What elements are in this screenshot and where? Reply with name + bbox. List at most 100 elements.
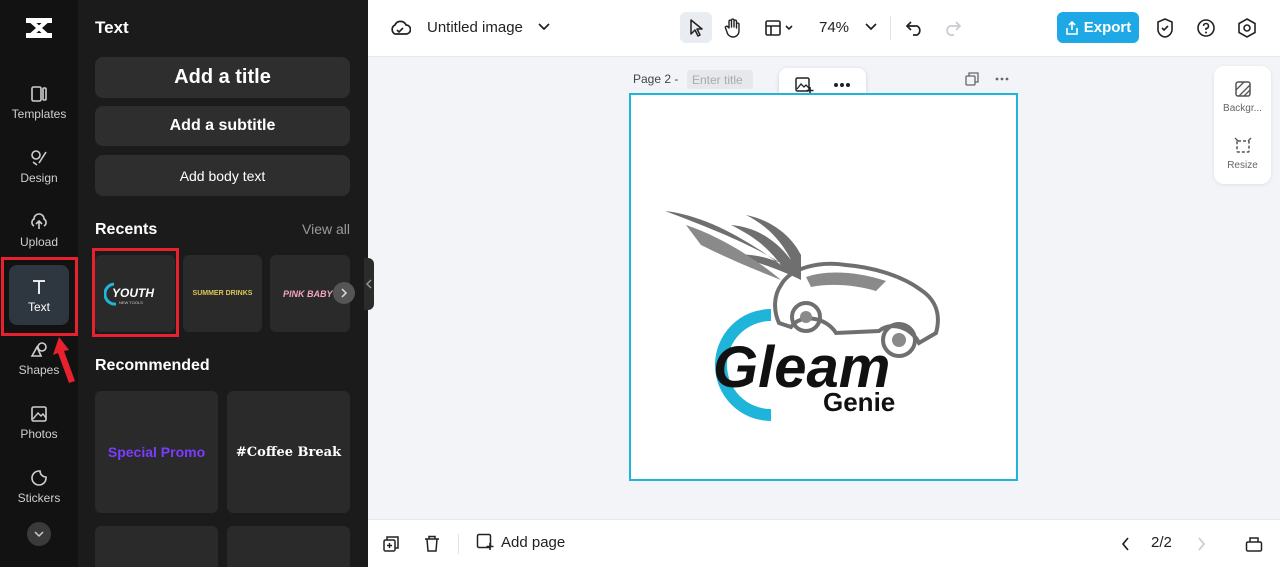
recent-label: SUMMER DRINKS <box>193 290 253 297</box>
layout-menu-button[interactable] <box>762 17 798 39</box>
stickers-icon <box>29 468 49 488</box>
more-icon <box>995 77 1009 81</box>
zoom-level[interactable]: 74% <box>819 19 849 36</box>
text-icon <box>29 277 49 297</box>
panel-collapse-handle[interactable] <box>364 258 374 310</box>
design-icon <box>29 148 49 168</box>
recent-thumb-youth[interactable]: YOUTH NEW TOOLS <box>95 255 175 332</box>
add-title-button[interactable]: Add a title <box>95 57 350 98</box>
view-all-link[interactable]: View all <box>302 221 350 237</box>
pages-panel-button[interactable] <box>1244 534 1264 554</box>
add-page-button[interactable]: Add page <box>476 533 565 551</box>
export-button[interactable]: Export <box>1057 12 1139 43</box>
document-title[interactable]: Untitled image <box>427 19 523 36</box>
background-label: Backgr... <box>1223 103 1262 114</box>
bottom-divider <box>458 534 459 554</box>
help-icon <box>1196 18 1216 38</box>
toolbar-divider <box>890 16 891 40</box>
text-panel: Text Add a title Add a subtitle Add body… <box>78 0 368 567</box>
recommended-thumb-coffee-break[interactable]: #Coffee Break <box>227 391 350 513</box>
image-add-icon <box>794 75 814 95</box>
shield-button[interactable] <box>1154 17 1176 39</box>
page-indicator: 2/2 <box>1151 534 1172 551</box>
chevron-left-icon <box>1121 537 1130 551</box>
rail-label: Design <box>20 171 57 185</box>
page-label: Page 2 - <box>633 72 678 86</box>
redo-icon <box>943 20 961 36</box>
hand-icon <box>724 18 742 38</box>
recommended-thumb-special-promo[interactable]: Special Promo <box>95 391 218 513</box>
panel-title: Text <box>95 18 129 38</box>
rail-item-upload[interactable]: Upload <box>0 200 78 260</box>
rail-item-photos[interactable]: Photos <box>0 392 78 452</box>
cursor-icon <box>689 19 703 37</box>
layout-icon <box>764 19 796 37</box>
page-more-button[interactable] <box>993 71 1011 87</box>
chevron-down-icon[interactable] <box>537 20 551 34</box>
rail-item-stickers[interactable]: Stickers <box>0 456 78 516</box>
settings-button[interactable] <box>1236 17 1258 39</box>
rail-item-templates[interactable]: Templates <box>0 72 78 132</box>
upload-icon <box>29 212 49 232</box>
cloud-sync-icon[interactable] <box>388 17 412 39</box>
recommended-thumb-3[interactable] <box>95 526 218 567</box>
recent-label: YOUTH <box>112 286 154 300</box>
photos-icon <box>29 404 49 424</box>
undo-icon <box>906 20 924 36</box>
settings-icon <box>1237 18 1257 38</box>
duplicate-icon <box>965 72 979 86</box>
next-page-button[interactable] <box>1194 535 1208 553</box>
add-body-text-button[interactable]: Add body text <box>95 155 350 196</box>
rail-item-text[interactable]: Text <box>0 265 78 325</box>
design-canvas[interactable]: Gleam Genie <box>629 93 1018 481</box>
export-label: Export <box>1084 19 1132 36</box>
hand-tool-button[interactable] <box>720 14 746 42</box>
recents-next-button[interactable] <box>333 282 355 304</box>
shapes-icon <box>29 340 49 360</box>
redo-button[interactable] <box>941 17 963 39</box>
recommended-heading: Recommended <box>95 357 210 375</box>
background-icon <box>1234 80 1252 98</box>
page-title-input[interactable] <box>687 70 753 89</box>
resize-icon <box>1234 137 1252 155</box>
more-options-button[interactable] <box>831 75 853 95</box>
chevron-left-icon <box>366 279 372 289</box>
export-icon <box>1065 21 1079 35</box>
recents-heading: Recents <box>95 221 157 239</box>
trash-icon <box>424 535 440 553</box>
rail-label: Stickers <box>18 491 61 505</box>
capcut-logo[interactable] <box>24 14 54 42</box>
recommended-thumb-4[interactable] <box>227 526 350 567</box>
add-subtitle-button[interactable]: Add a subtitle <box>95 106 350 146</box>
gleam-genie-logo: Gleam Genie <box>631 95 1016 479</box>
rail-item-design[interactable]: Design <box>0 136 78 196</box>
undo-button[interactable] <box>904 17 926 39</box>
resize-label: Resize <box>1227 160 1258 171</box>
duplicate-page-button[interactable] <box>964 71 980 87</box>
shield-icon <box>1156 18 1174 38</box>
recent-thumb-summer[interactable]: SUMMER DRINKS <box>183 255 262 332</box>
select-tool-button[interactable] <box>680 12 712 43</box>
recent-label: PINK BABY <box>283 289 333 299</box>
bottom-bar: Add page 2/2 <box>368 519 1280 567</box>
rail-label: Photos <box>20 427 57 441</box>
chevron-right-icon <box>1197 537 1206 551</box>
help-button[interactable] <box>1195 17 1217 39</box>
add-page-label: Add page <box>501 534 565 551</box>
zoom-chevron-down-icon[interactable] <box>864 20 878 34</box>
background-tool[interactable]: Backgr... <box>1214 80 1271 114</box>
delete-button[interactable] <box>422 534 442 554</box>
recommended-label: Special Promo <box>108 444 205 460</box>
right-tools-panel: Backgr... Resize <box>1214 66 1271 184</box>
duplicate-button[interactable] <box>381 534 401 554</box>
chevron-down-icon <box>34 530 44 538</box>
add-page-icon <box>476 533 494 551</box>
rail-more-button[interactable] <box>27 522 51 546</box>
more-icon <box>833 82 851 88</box>
templates-icon <box>29 84 49 104</box>
prev-page-button[interactable] <box>1118 535 1132 553</box>
pages-icon <box>1245 535 1263 553</box>
duplicate-icon <box>382 535 400 553</box>
replace-image-button[interactable] <box>793 75 815 95</box>
resize-tool[interactable]: Resize <box>1214 137 1271 171</box>
